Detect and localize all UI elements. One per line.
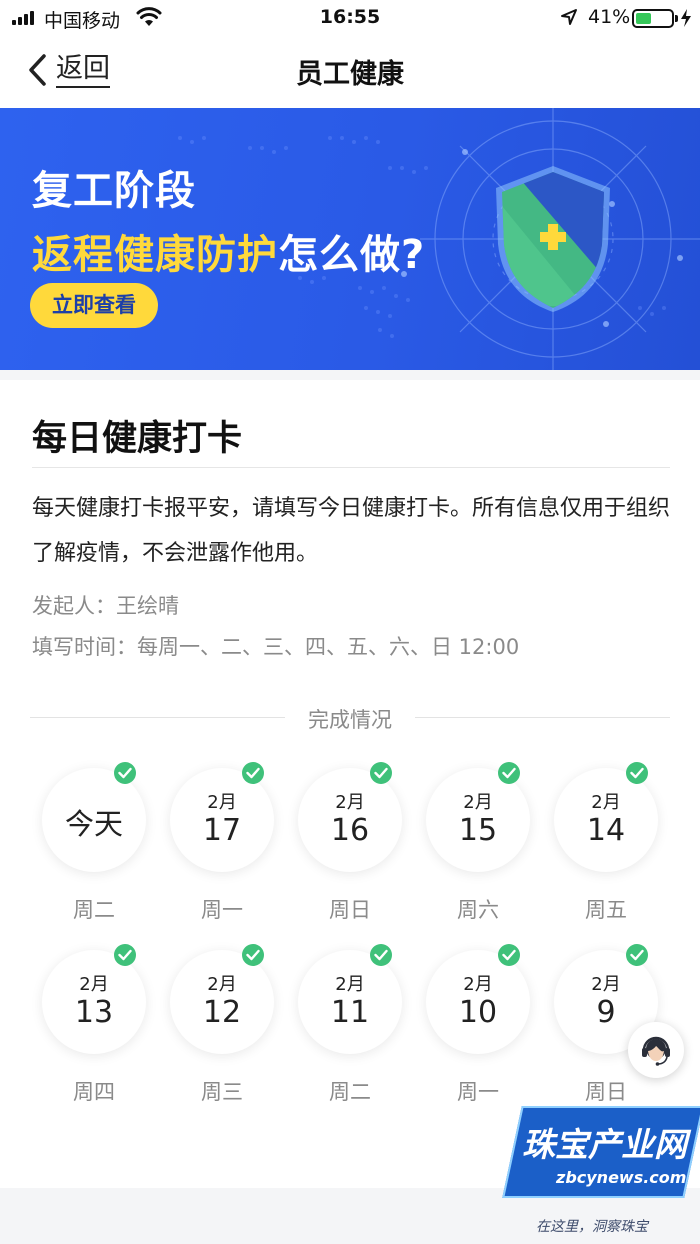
day-circle[interactable]: 2月 17 bbox=[170, 768, 274, 872]
day-date: 10 bbox=[458, 995, 498, 1030]
day-circle[interactable]: 2月 14 bbox=[554, 768, 658, 872]
progress-title: 完成情况 bbox=[308, 708, 392, 732]
check-icon bbox=[626, 762, 648, 784]
day-weekday: 周三 bbox=[201, 1080, 243, 1104]
check-icon bbox=[114, 944, 136, 966]
view-now-button[interactable]: 立即查看 bbox=[30, 283, 158, 328]
day-circle[interactable]: 2月 15 bbox=[426, 768, 530, 872]
promo-banner[interactable]: 复工阶段 返程健康防护怎么做? 立即查看 bbox=[0, 108, 700, 370]
status-bar: 中国移动 16:55 41% bbox=[0, 0, 700, 36]
check-icon bbox=[370, 762, 392, 784]
watermark-url: zbcynews.com bbox=[556, 1168, 687, 1187]
banner-headline: 复工阶段 bbox=[32, 168, 196, 214]
day-month: 2月 bbox=[335, 974, 365, 995]
card-title: 每日健康打卡 bbox=[32, 419, 243, 459]
banner-subheadline: 返程健康防护怎么做? bbox=[32, 232, 426, 278]
day-date: 11 bbox=[330, 995, 370, 1030]
day-date: 17 bbox=[202, 813, 242, 848]
day-weekday: 周一 bbox=[201, 898, 243, 922]
battery-icon bbox=[632, 9, 678, 28]
battery-percentage: 41% bbox=[588, 6, 631, 28]
day-month: 2月 bbox=[335, 792, 365, 813]
day-month: 2月 bbox=[463, 974, 493, 995]
check-icon bbox=[626, 944, 648, 966]
day-weekday: 周二 bbox=[329, 1080, 371, 1104]
day-weekday: 周四 bbox=[73, 1080, 115, 1104]
check-icon bbox=[114, 762, 136, 784]
nav-bar: 返回 员工健康 bbox=[0, 36, 700, 108]
progress-header: 完成情况 bbox=[30, 704, 670, 732]
watermark-title: 珠宝产业网 bbox=[522, 1125, 687, 1164]
shield-plus-icon bbox=[496, 166, 610, 312]
day-month: 2月 bbox=[591, 792, 621, 813]
page-title: 员工健康 bbox=[296, 59, 404, 90]
day-weekday: 周六 bbox=[457, 898, 499, 922]
day-date: 12 bbox=[202, 995, 242, 1030]
day-weekday: 周日 bbox=[329, 898, 371, 922]
site-watermark: 珠宝产业网 zbcynews.com 在这里，洞察珠宝 bbox=[500, 1096, 700, 1244]
day-date: 15 bbox=[458, 813, 498, 848]
check-icon bbox=[498, 762, 520, 784]
day-weekday: 周五 bbox=[585, 898, 627, 922]
customer-service-button[interactable] bbox=[628, 1022, 684, 1078]
check-icon bbox=[242, 944, 264, 966]
day-circle[interactable]: 今天 bbox=[42, 768, 146, 872]
day-month: 2月 bbox=[591, 974, 621, 995]
day-circle[interactable]: 2月 10 bbox=[426, 950, 530, 1054]
day-month: 2月 bbox=[207, 792, 237, 813]
day-circle[interactable]: 2月 11 bbox=[298, 950, 402, 1054]
day-date: 14 bbox=[586, 813, 626, 848]
check-icon bbox=[370, 944, 392, 966]
day-circle[interactable]: 2月 13 bbox=[42, 950, 146, 1054]
day-circle[interactable]: 2月 16 bbox=[298, 768, 402, 872]
customer-service-icon bbox=[642, 1036, 670, 1066]
day-circle[interactable]: 2月 12 bbox=[170, 950, 274, 1054]
health-checkin-card: 每日健康打卡 每天健康打卡报平安，请填写今日健康打卡。所有信息仅用于组织了解疫情… bbox=[0, 380, 700, 1188]
location-arrow-icon bbox=[561, 9, 577, 25]
day-date: 16 bbox=[330, 813, 370, 848]
day-month: 2月 bbox=[79, 974, 109, 995]
day-date: 13 bbox=[74, 995, 114, 1030]
charging-icon bbox=[681, 9, 691, 27]
day-month: 2月 bbox=[463, 792, 493, 813]
initiator-text: 发起人：王绘晴 bbox=[32, 594, 179, 618]
check-icon bbox=[498, 944, 520, 966]
title-divider bbox=[32, 467, 670, 468]
day-today-label: 今天 bbox=[64, 807, 123, 841]
fill-time-text: 填写时间：每周一、二、三、四、五、六、日 12:00 bbox=[32, 635, 520, 659]
card-description: 每天健康打卡报平安，请填写今日健康打卡。所有信息仅用于组织了解疫情，不会泄露作他… bbox=[32, 496, 671, 566]
watermark-slogan: 在这里，洞察珠宝 bbox=[536, 1219, 648, 1235]
divider-right bbox=[415, 717, 670, 718]
day-weekday: 周二 bbox=[73, 898, 115, 922]
check-icon bbox=[242, 762, 264, 784]
day-month: 2月 bbox=[207, 974, 237, 995]
